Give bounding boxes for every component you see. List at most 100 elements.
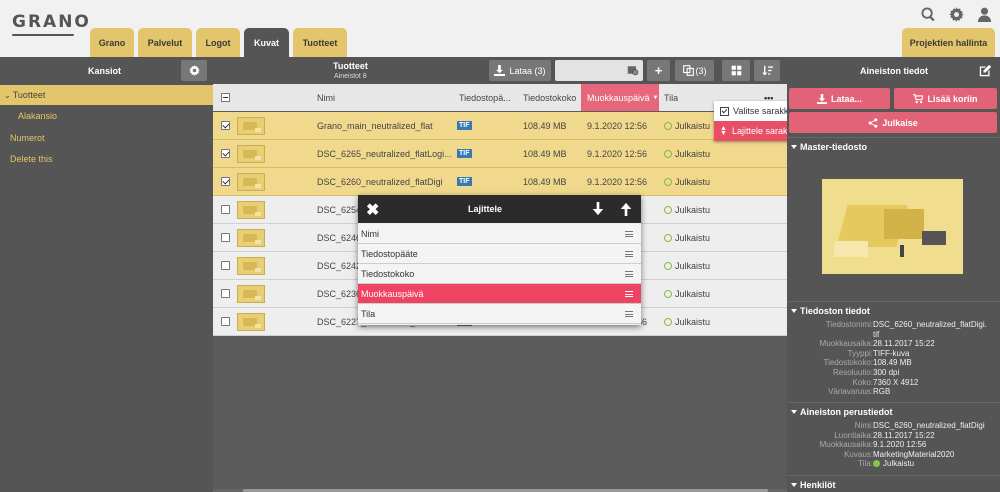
asset-thumbnail[interactable] bbox=[237, 257, 265, 275]
grid-view-button[interactable] bbox=[722, 60, 750, 81]
download-asset-button[interactable]: Lataa... bbox=[789, 88, 890, 109]
people-section[interactable]: Henkilöt bbox=[791, 479, 996, 491]
gear-icon[interactable] bbox=[948, 6, 964, 22]
search-icon[interactable] bbox=[920, 6, 936, 22]
asset-thumbnail[interactable] bbox=[237, 145, 265, 163]
detail-value: TIFF-kuva bbox=[873, 349, 909, 358]
select-all-checkbox[interactable] bbox=[221, 93, 230, 102]
tab-label: Kuvat bbox=[253, 37, 279, 48]
check-circle-icon bbox=[873, 460, 880, 468]
row-checkbox[interactable] bbox=[221, 233, 230, 242]
row-checkbox[interactable] bbox=[221, 205, 230, 214]
user-icon[interactable] bbox=[976, 6, 992, 22]
asset-name[interactable]: DSC_6265_neutralized_flatLogi... bbox=[317, 140, 453, 167]
filter-folder-icon[interactable] bbox=[627, 64, 639, 76]
divider bbox=[787, 301, 1000, 302]
asset-thumbnail[interactable] bbox=[237, 173, 265, 191]
project-admin-button[interactable]: Projektien hallinta bbox=[902, 28, 995, 57]
detail-value-text: 300 dpi bbox=[873, 368, 900, 377]
close-icon[interactable]: ✖ bbox=[366, 200, 379, 220]
column-header-size[interactable]: Tiedostokoko bbox=[523, 84, 576, 111]
sort-option-modified[interactable]: Muokkauspäivä bbox=[358, 284, 641, 304]
row-checkbox[interactable] bbox=[221, 149, 230, 158]
sort-option-name[interactable]: Nimi bbox=[358, 224, 641, 244]
tab-kuvat[interactable]: Kuvat bbox=[244, 28, 289, 57]
detail-value-text: MarketingMaterial2020 bbox=[873, 449, 955, 459]
divider bbox=[787, 137, 1000, 138]
file-extension-cell: TIF bbox=[457, 140, 472, 167]
section-title-label: Master-tiedosto bbox=[800, 142, 868, 152]
master-file-section[interactable]: Master-tiedosto bbox=[791, 141, 996, 153]
sort-arrows-icon: ▲ ▼ bbox=[720, 125, 727, 137]
column-header-name[interactable]: Nimi bbox=[317, 84, 335, 111]
column-header-extension[interactable]: Tiedostopä... bbox=[459, 84, 511, 111]
drag-handle-icon[interactable] bbox=[625, 231, 633, 237]
detail-row: Muokkausaika: 28.11.2017 15:22 bbox=[787, 339, 1000, 349]
grano-logo[interactable]: GRANO bbox=[12, 14, 89, 38]
detail-key: Nimi: bbox=[854, 421, 873, 430]
asset-thumbnail[interactable] bbox=[237, 201, 265, 219]
sort-option-status[interactable]: Tila bbox=[358, 304, 641, 324]
copy-selected-button[interactable]: (3) bbox=[675, 60, 714, 81]
drag-handle-icon[interactable] bbox=[625, 271, 633, 277]
asset-thumbnail[interactable] bbox=[237, 117, 265, 135]
publish-button[interactable]: Julkaise bbox=[789, 112, 997, 133]
tab-palvelut[interactable]: Palvelut bbox=[138, 28, 192, 57]
sidebar-item-tuotteet[interactable]: ⌄ Tuotteet bbox=[0, 85, 213, 105]
project-admin-label: Projektien hallinta bbox=[909, 37, 988, 48]
add-button[interactable]: + bbox=[647, 60, 670, 81]
folder-sidebar: ⌄ Tuotteet Alakansio Numerot Delete this bbox=[0, 84, 213, 492]
file-size: 108.49 MB bbox=[523, 148, 567, 159]
table-row[interactable]: DSC_6265_neutralized_flatLogi... TIF 108.4… bbox=[213, 140, 787, 168]
column-header-modified[interactable]: Muokkauspäivä ▼ bbox=[581, 84, 659, 111]
table-row[interactable]: DSC_6260_neutralized_flatDigi TIF 108.49 M… bbox=[213, 168, 787, 196]
row-checkbox[interactable] bbox=[221, 289, 230, 298]
sort-option-extension[interactable]: Tiedostopääte bbox=[358, 244, 641, 264]
asset-thumbnail[interactable] bbox=[237, 229, 265, 247]
detail-value-text: 108.49 MB bbox=[873, 358, 912, 368]
column-header-status[interactable]: Tila bbox=[664, 84, 678, 111]
row-checkbox[interactable] bbox=[221, 121, 230, 130]
detail-value: tif bbox=[873, 330, 879, 339]
add-to-cart-label: Lisää koriin bbox=[927, 93, 978, 104]
detail-value-text: 28.11.2017 15:22 bbox=[873, 339, 935, 349]
sidebar-item-numerot[interactable]: Numerot bbox=[0, 128, 213, 148]
publish-label: Julkaise bbox=[882, 117, 918, 128]
master-file-preview[interactable] bbox=[822, 179, 963, 274]
row-checkbox[interactable] bbox=[221, 177, 230, 186]
row-checkbox[interactable] bbox=[221, 261, 230, 270]
tab-tuotteet[interactable]: Tuotteet bbox=[293, 28, 347, 57]
folder-settings-button[interactable] bbox=[181, 60, 207, 81]
asset-name[interactable]: DSC_6260_neutralized_flatDigi bbox=[317, 168, 453, 195]
drag-handle-icon[interactable] bbox=[625, 311, 633, 317]
file-info-section[interactable]: Tiedoston tiedot bbox=[791, 305, 996, 317]
drag-handle-icon[interactable] bbox=[625, 291, 633, 297]
row-checkbox[interactable] bbox=[221, 317, 230, 326]
sort-button[interactable] bbox=[754, 60, 780, 81]
sidebar-item-delete-this[interactable]: Delete this bbox=[0, 149, 213, 169]
arrow-up-icon[interactable] bbox=[619, 202, 633, 216]
add-to-cart-button[interactable]: Lisää koriin bbox=[894, 88, 997, 109]
status-text: Julkaistu bbox=[675, 176, 711, 187]
chevron-down-icon[interactable]: ⌄ bbox=[4, 91, 11, 100]
edit-icon[interactable] bbox=[979, 64, 992, 77]
tab-grano[interactable]: Grano bbox=[90, 28, 134, 57]
arrow-down-icon[interactable] bbox=[591, 202, 605, 216]
basic-info-section[interactable]: Aineiston perustiedot bbox=[791, 406, 996, 418]
detail-row: Nimi: DSC_6260_neutralized_flatDigi bbox=[787, 421, 1000, 431]
table-row[interactable]: Grano_main_neutralized_flat TIF 108.49 MB 9… bbox=[213, 112, 787, 140]
sidebar-header: Kansiot bbox=[0, 57, 213, 84]
drag-handle-icon[interactable] bbox=[625, 251, 633, 257]
asset-thumbnail[interactable] bbox=[237, 285, 265, 303]
sort-option-size[interactable]: Tiedostokoko bbox=[358, 264, 641, 284]
asset-name[interactable]: Grano_main_neutralized_flat bbox=[317, 112, 453, 139]
tab-logot[interactable]: Logot bbox=[196, 28, 240, 57]
asset-thumbnail[interactable] bbox=[237, 313, 265, 331]
file-type-badge: TIF bbox=[457, 177, 472, 186]
detail-key: Tyyppi: bbox=[847, 348, 873, 358]
download-selected-button[interactable]: Lataa (3) bbox=[489, 60, 551, 81]
check-circle-icon bbox=[664, 261, 672, 270]
status-text: Julkaistu bbox=[675, 260, 711, 271]
search-input[interactable] bbox=[555, 60, 643, 81]
sidebar-item-alakansio[interactable]: Alakansio bbox=[0, 106, 213, 126]
